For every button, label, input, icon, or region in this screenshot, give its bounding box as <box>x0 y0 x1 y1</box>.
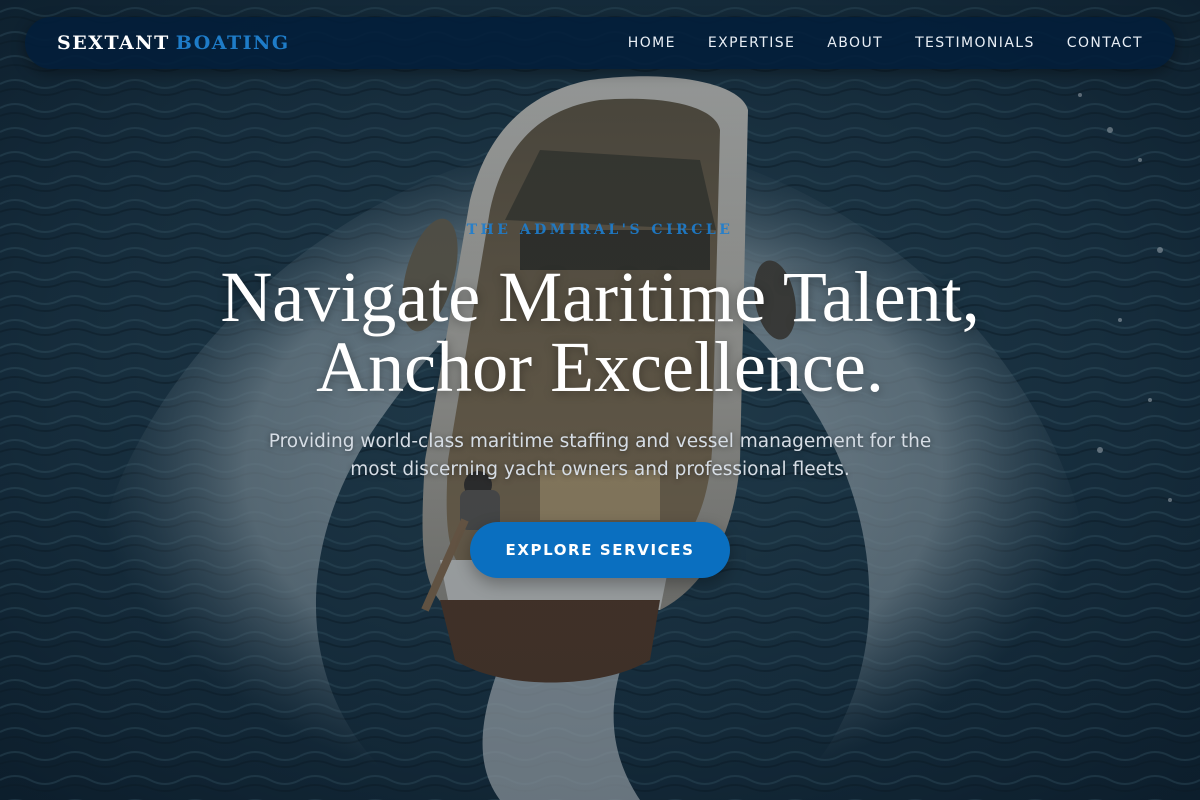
hero-headline: Navigate Maritime Talent, Anchor Excelle… <box>0 257 1200 407</box>
hero-headline-line-1: Navigate Maritime Talent, <box>220 257 980 337</box>
hero-eyebrow: THE ADMIRAL'S CIRCLE <box>466 222 734 238</box>
explore-services-button[interactable]: EXPLORE SERVICES <box>470 522 730 578</box>
hero-section: THE ADMIRAL'S CIRCLE Navigate Maritime T… <box>0 0 1200 800</box>
hero-headline-line-2: Anchor Excellence. <box>316 327 884 407</box>
hero-subtitle: Providing world-class maritime staffing … <box>268 431 932 480</box>
landing-page: SEXTANT BOATING HOME EXPERTISE ABOUT TEST… <box>0 0 1200 800</box>
